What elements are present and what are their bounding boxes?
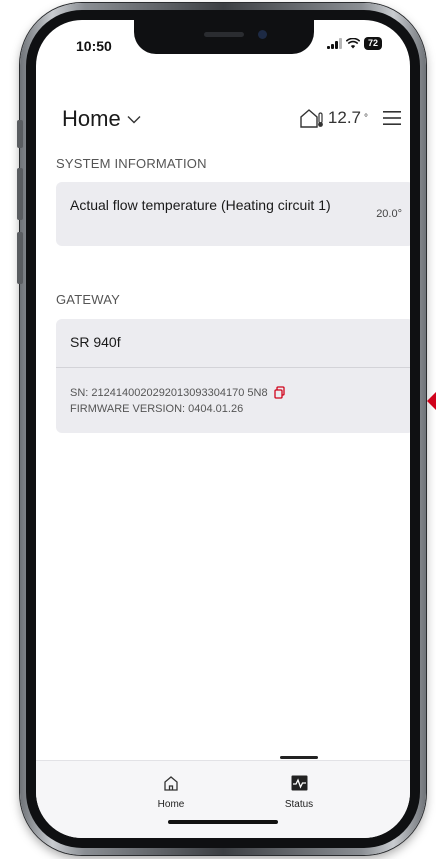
system-info-value: 20.0°	[376, 208, 402, 220]
temperature-unit: °	[364, 112, 368, 124]
home-selector[interactable]: Home	[62, 106, 141, 132]
home-icon	[164, 776, 178, 791]
page-title: Home	[62, 106, 121, 131]
status-icons: 72	[326, 37, 382, 50]
speaker-grille	[204, 32, 244, 37]
copy-icon[interactable]	[273, 386, 285, 399]
signal-icon	[326, 38, 342, 49]
status-time: 10:50	[76, 38, 112, 54]
front-camera	[258, 30, 267, 39]
status-icon	[291, 775, 307, 791]
system-info-name: Actual flow temperature (Heating circuit…	[70, 197, 331, 213]
gateway-firmware: FIRMWARE VERSION: 0404.01.26	[70, 403, 244, 415]
system-info-row[interactable]: Actual flow temperature (Heating circuit…	[56, 182, 410, 246]
gateway-serial-row: SN: 2124140020292013093304170 5N8	[70, 386, 285, 399]
header-actions: 12.7 °	[299, 108, 402, 128]
bottom-nav: Home Status	[36, 756, 410, 838]
phone-screen: 10:50 72 Home 12.7 ° SYSTEM INFORMATION …	[36, 20, 410, 838]
nav-label-status: Status	[284, 799, 314, 810]
home-indicator-bar	[168, 820, 278, 824]
chevron-down-icon	[127, 115, 141, 123]
gateway-serial: SN: 2124140020292013093304170 5N8	[70, 386, 268, 399]
gateway-name: SR 940f	[70, 334, 121, 350]
gateway-card: SR 940f SN: 2124140020292013093304170 5N…	[56, 319, 410, 433]
wifi-icon	[345, 38, 360, 49]
nav-item-status[interactable]: Status	[264, 775, 334, 810]
outdoor-temperature[interactable]: 12.7 °	[299, 108, 368, 128]
active-tab-indicator	[280, 756, 318, 759]
edge-marker	[427, 392, 436, 410]
house-thermometer-icon	[300, 109, 323, 128]
battery-icon: 72	[363, 37, 382, 50]
section-label-gateway: GATEWAY	[56, 292, 120, 307]
app-header: Home 12.7 °	[62, 106, 402, 146]
side-button-volume-up	[17, 168, 23, 220]
temperature-value: 12.7	[327, 108, 361, 127]
section-label-system-information: SYSTEM INFORMATION	[56, 156, 207, 171]
nav-item-home[interactable]: Home	[136, 775, 206, 810]
side-button-silent	[17, 120, 23, 148]
notch	[134, 20, 314, 54]
side-button-volume-down	[17, 232, 23, 284]
hamburger-menu-icon[interactable]	[382, 110, 402, 126]
gateway-divider	[56, 367, 410, 368]
nav-label-home: Home	[157, 799, 185, 810]
